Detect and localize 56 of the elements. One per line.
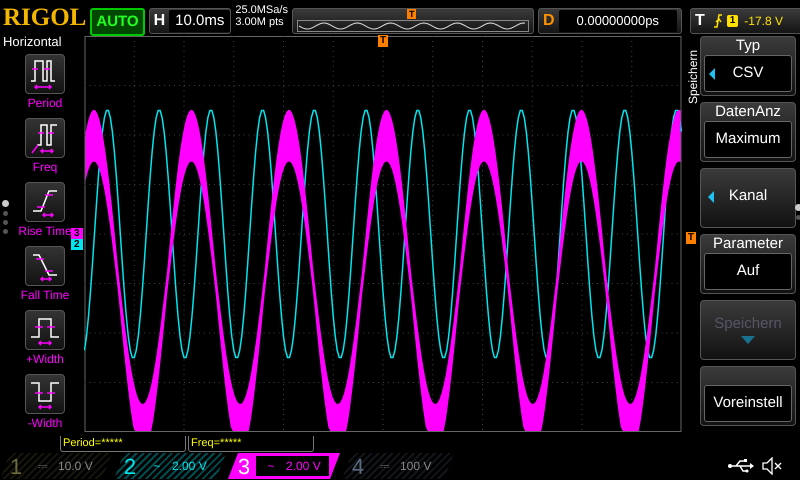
- trigger-label: T: [694, 11, 706, 31]
- trigger-position-marker: T: [406, 9, 416, 19]
- selector-arrow-icon: [709, 68, 715, 80]
- channel-tab[interactable]: 3 ~ 2.00 V: [228, 453, 340, 479]
- channel-tab[interactable]: 2 ~ 2.00 V: [114, 453, 226, 479]
- channel-tab[interactable]: 1 ⎓ 10.0 V: [0, 453, 112, 479]
- usb-icon: [728, 459, 754, 473]
- measure-label: +Width: [26, 351, 64, 368]
- trigger-position-marker: T: [378, 35, 388, 47]
- channel-marker: 2: [71, 239, 83, 250]
- measure-label: Freq: [32, 159, 58, 176]
- measure-label: Rise Time: [18, 223, 72, 240]
- measurement-readout: Freq=*****: [188, 436, 314, 452]
- trigger-level-marker: T: [686, 232, 696, 244]
- measure-label: -Width: [28, 415, 62, 432]
- brand-logo: RIGOL: [3, 4, 86, 32]
- softkey-title: Typ: [736, 37, 760, 55]
- menu-softkey[interactable]: Kanal: [700, 168, 796, 228]
- menu-title: Speichern: [685, 50, 701, 104]
- softkey-title: DatenAnz: [715, 103, 781, 121]
- horizontal-label: H: [152, 11, 166, 31]
- menu-softkey[interactable]: Parameter Auf: [700, 234, 796, 294]
- measure-button[interactable]: [25, 374, 65, 414]
- measure-button[interactable]: [25, 310, 65, 350]
- channel-marker: 3: [71, 228, 83, 239]
- softkey-value: Auf: [736, 261, 760, 282]
- sample-rate: 25.0MSa/s: [235, 4, 288, 16]
- trigger-source: 1: [726, 15, 738, 27]
- timebase-value: 10.0ms: [169, 10, 230, 32]
- mute-icon: [762, 457, 784, 475]
- softkey-value: Kanal: [728, 186, 768, 206]
- measure-label: Fall Time: [20, 287, 70, 304]
- delay-value: 0.00000000ps: [558, 10, 677, 32]
- menu-title: Horizontal: [2, 34, 63, 50]
- rising-edge-icon: [712, 14, 723, 28]
- delay-label: D: [542, 11, 556, 31]
- softkey-value: Maximum: [715, 129, 780, 150]
- caret-icon: [741, 336, 755, 344]
- softkey-value: CSV: [732, 63, 764, 84]
- channel-tab[interactable]: 4 ⎓ 100 V: [342, 453, 454, 479]
- menu-softkey[interactable]: DatenAnz Maximum: [700, 102, 796, 162]
- run-status[interactable]: AUTO: [90, 8, 145, 36]
- measurement-readout: Period=*****: [60, 436, 186, 452]
- softkey-value: Voreinstell: [713, 393, 783, 414]
- measure-button[interactable]: [25, 182, 65, 222]
- measure-button[interactable]: [25, 246, 65, 286]
- memory-depth: 3.00M pts: [235, 16, 285, 28]
- trigger-level: -17.8 V: [744, 13, 783, 30]
- measure-button[interactable]: [25, 54, 65, 94]
- measure-label: Period: [28, 95, 62, 112]
- measure-button[interactable]: [25, 118, 65, 158]
- selector-arrow-icon: [708, 190, 714, 202]
- menu-softkey[interactable]: Typ CSV: [700, 36, 796, 96]
- menu-softkey[interactable]: Voreinstell: [700, 366, 796, 426]
- softkey-value: Speichern: [714, 314, 782, 334]
- softkey-title: Parameter: [712, 235, 784, 253]
